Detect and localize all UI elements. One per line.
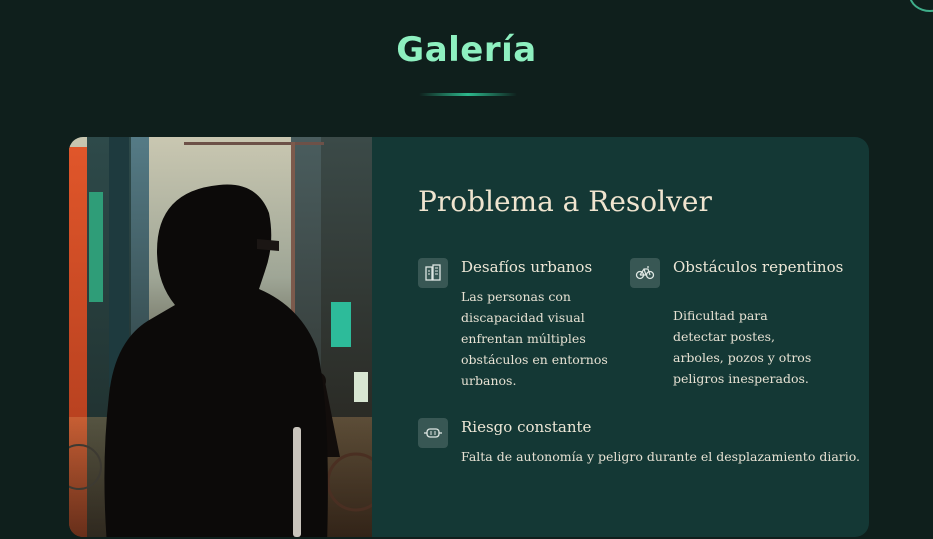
- gallery-photo: [69, 137, 372, 537]
- feature-urban-challenges: Desafíos urbanos Las personas con discap…: [418, 258, 608, 398]
- bicycle-icon: [630, 258, 660, 288]
- feature-sudden-obstacles: Obstáculos repentinos Dificultad para de…: [630, 258, 860, 398]
- warning-icon: [418, 418, 448, 448]
- feature-description: Falta de autonomía y peligro durante el …: [461, 449, 861, 464]
- problem-heading: Problema a Resolver: [418, 185, 712, 218]
- title-underline: [419, 93, 517, 96]
- feature-description: Las personas con discapacidad visual enf…: [461, 289, 608, 388]
- scroll-top-button[interactable]: [909, 0, 933, 12]
- problem-content: Problema a Resolver Desafíos urbanos Las…: [372, 137, 869, 537]
- feature-constant-risk: Riesgo constante Falta de autonomía y pe…: [418, 418, 861, 478]
- feature-title: Obstáculos repentinos: [673, 258, 844, 276]
- feature-description: Dificultad para detectar postes, arboles…: [673, 308, 812, 386]
- section-title: Galería: [396, 30, 537, 70]
- feature-title: Riesgo constante: [461, 418, 592, 436]
- feature-title: Desafíos urbanos: [461, 258, 593, 276]
- problem-card: Problema a Resolver Desafíos urbanos Las…: [69, 137, 869, 537]
- building-icon: [418, 258, 448, 288]
